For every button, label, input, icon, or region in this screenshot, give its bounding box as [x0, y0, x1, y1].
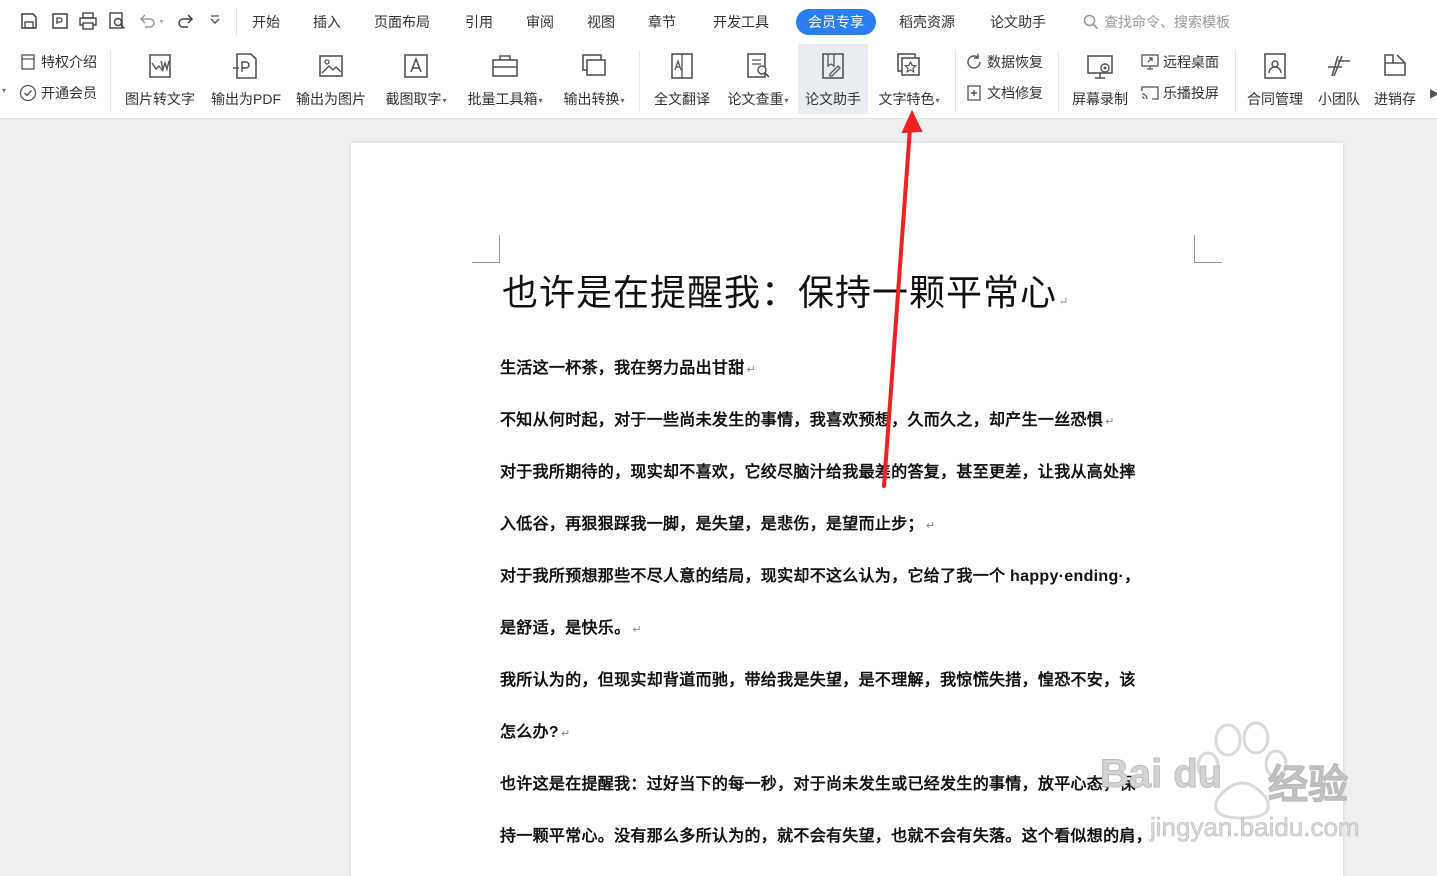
document-icon	[21, 54, 35, 70]
export-pdf-icon	[233, 53, 257, 79]
menu-bar: ▾ 开始 插入 页面布局 引用 审阅 视图 章节 开发工具 会员专享 稻壳资源 …	[0, 0, 1437, 44]
tab-chapter[interactable]: 章节	[648, 12, 676, 32]
inventory-icon	[1384, 54, 1406, 76]
toolbox-icon	[492, 55, 518, 77]
tab-page-layout[interactable]: 页面布局	[374, 12, 430, 32]
paper-assistant-icon	[822, 53, 844, 79]
tab-docer-resources[interactable]: 稻壳资源	[899, 12, 955, 32]
document-title[interactable]: 也许是在提醒我：保持一颗平常心 ↵	[502, 264, 1069, 316]
text-features-icon	[897, 53, 920, 76]
dropdown-caret-icon: ▾	[538, 95, 543, 105]
expand-caret-icon[interactable]: ▾	[2, 86, 6, 95]
document-paragraph[interactable]: 对于我所期待的，现实却不喜欢，它绞尽脑汁给我最差的答复，甚至更差，让我从高处摔	[500, 458, 1136, 482]
print-icon[interactable]	[77, 10, 99, 32]
paragraph-mark: ↵	[1059, 295, 1070, 308]
full-translate-button[interactable]: 全文翻译	[646, 44, 718, 114]
dropdown-caret-icon: ▾	[442, 95, 447, 105]
inventory-button[interactable]: 进销存	[1368, 44, 1422, 114]
ribbon-divider	[1058, 50, 1059, 112]
print-preview-icon[interactable]	[106, 10, 128, 32]
document-paragraph[interactable]: 生活这一杯茶，我在努力品出甘甜 ↵	[500, 354, 756, 378]
paragraph-mark: ↵	[560, 728, 571, 740]
paragraph-mark: ↵	[925, 520, 936, 532]
tab-member-exclusive[interactable]: 会员专享	[796, 9, 876, 35]
margin-marker-right	[1194, 235, 1222, 263]
document-paragraph[interactable]: 我所认为的，但现实却背道而驰，带给我是失望，是不理解，我惊慌失措，惶恐不安，该	[500, 666, 1136, 690]
contract-icon	[1264, 53, 1286, 79]
tab-insert[interactable]: 插入	[313, 12, 341, 32]
export-image-button[interactable]: 输出为图片	[290, 44, 372, 114]
team-icon	[1328, 55, 1350, 77]
export-convert-button[interactable]: 输出转换▾	[556, 44, 632, 114]
ribbon-toolbar: 特权介绍 开通会员 ▾ 图片转文字 输出为PDF 输出为图片 截图取字▾ 批量工…	[0, 44, 1437, 119]
paper-assistant-button[interactable]: 论文助手	[798, 44, 868, 114]
dropdown-caret-icon: ▾	[784, 95, 789, 105]
remote-desktop-icon	[1141, 54, 1159, 70]
export-pdf-button[interactable]: 输出为PDF	[205, 44, 287, 114]
document-paragraph[interactable]: 不知从何时起，对于一些尚未发生的事情，我喜欢预想，久而久之，却产生一丝恐惧 ↵	[500, 406, 1115, 430]
export-pdf-quick-icon[interactable]	[49, 10, 71, 32]
dropdown-caret-icon: ▾	[620, 95, 625, 105]
doc-repair-button[interactable]: 文档修复	[964, 83, 1043, 103]
margin-marker-left	[472, 235, 500, 263]
screen-record-button[interactable]: 屏幕录制	[1064, 44, 1136, 114]
batch-tools-button[interactable]: 批量工具箱▾	[460, 44, 550, 114]
watermark-brand-cn: 经验	[1268, 763, 1349, 808]
remote-desktop-button[interactable]: 远程桌面	[1140, 52, 1219, 72]
search-icon	[1083, 14, 1099, 30]
redo-icon[interactable]	[175, 10, 197, 32]
document-paragraph[interactable]: 入低谷，再狠狠踩我一脚，是失望，是悲伤，是望而止步； ↵	[500, 510, 935, 534]
screen-record-icon	[1087, 55, 1113, 79]
privilege-intro-button[interactable]: 特权介绍	[18, 52, 97, 72]
tab-developer[interactable]: 开发工具	[713, 12, 769, 32]
search-placeholder: 查找命令、搜索模板	[1104, 14, 1230, 30]
watermark-brand: Bai du	[1099, 752, 1223, 797]
ribbon-divider	[639, 50, 640, 112]
ribbon-overflow-icon[interactable]: ▶	[1430, 86, 1437, 100]
screenshot-ocr-button[interactable]: 截图取字▾	[378, 44, 454, 114]
cast-icon	[1141, 86, 1159, 100]
export-image-icon	[319, 55, 343, 77]
tab-review[interactable]: 审阅	[526, 12, 554, 32]
translate-icon	[671, 53, 693, 79]
paragraph-mark: ↵	[632, 624, 642, 636]
save-icon[interactable]	[18, 10, 40, 32]
tab-references[interactable]: 引用	[465, 12, 493, 32]
paper-check-button[interactable]: 论文查重▾	[720, 44, 796, 114]
document-paragraph[interactable]: 持一颗平常心。没有那么多所认为的，就不会有失望，也就不会有失落。这个看似想的肩，	[500, 822, 1152, 846]
menu-divider	[236, 8, 237, 36]
document-paragraph[interactable]: 怎么办? ↵	[500, 718, 571, 742]
cast-screen-button[interactable]: 乐播投屏	[1140, 83, 1219, 103]
repair-icon	[967, 85, 981, 101]
paragraph-mark: ↵	[1105, 416, 1115, 428]
data-recovery-button[interactable]: 数据恢复	[964, 52, 1043, 72]
tab-view[interactable]: 视图	[587, 12, 615, 32]
screenshot-ocr-icon	[404, 54, 428, 78]
ribbon-divider	[110, 50, 111, 112]
export-convert-icon	[582, 54, 606, 76]
tab-home[interactable]: 开始	[252, 12, 280, 32]
image-to-text-button[interactable]: 图片转文字	[118, 44, 202, 114]
paragraph-mark: ↵	[746, 364, 757, 376]
undo-dropdown-icon[interactable]: ▾	[155, 10, 167, 32]
contract-management-button[interactable]: 合同管理	[1240, 44, 1310, 114]
document-paragraph[interactable]: 也许这是在提醒我：过好当下的每一秒，对于尚未发生或已经发生的事情，放平心态，保	[500, 770, 1136, 794]
dropdown-caret-icon: ▾	[935, 95, 940, 105]
document-paragraph[interactable]: 是舒适，是快乐。 ↵	[500, 614, 642, 638]
document-paragraph[interactable]: 对于我所预想那些不尽人意的结局，现实却不这么认为，它给了我一个 happy·en…	[500, 562, 1140, 586]
watermark-url: jingyan.baidu.com	[1150, 812, 1360, 843]
tab-paper-assistant[interactable]: 论文助手	[990, 12, 1046, 32]
text-features-button[interactable]: 文字特色▾	[870, 44, 948, 114]
image-to-text-icon	[149, 54, 171, 78]
check-circle-icon	[19, 84, 37, 102]
ribbon-divider	[955, 50, 956, 112]
paper-check-icon	[747, 53, 770, 78]
recovery-icon	[967, 54, 981, 69]
open-membership-button[interactable]: 开通会员	[18, 83, 97, 103]
customize-quick-access-icon[interactable]	[204, 10, 226, 32]
command-search[interactable]: 查找命令、搜索模板	[1082, 12, 1230, 32]
small-team-button[interactable]: 小团队	[1312, 44, 1366, 114]
ribbon-divider	[1235, 50, 1236, 112]
